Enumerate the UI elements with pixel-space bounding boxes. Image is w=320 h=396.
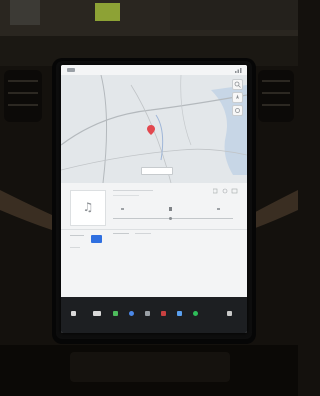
media-player: ♫ bbox=[61, 183, 247, 297]
source-tab-1[interactable] bbox=[113, 233, 129, 234]
favorite-icon bbox=[222, 188, 228, 194]
search-icon bbox=[234, 81, 241, 88]
compass-icon bbox=[236, 94, 239, 99]
spotify-icon[interactable] bbox=[193, 311, 198, 316]
phone-icon[interactable] bbox=[113, 311, 118, 316]
apps-icon[interactable] bbox=[145, 311, 150, 316]
track-title bbox=[113, 190, 153, 191]
signal-icon bbox=[235, 68, 242, 73]
music-icon[interactable] bbox=[161, 311, 166, 316]
album-art: ♫ bbox=[70, 190, 106, 226]
source-tab-2[interactable] bbox=[135, 233, 151, 234]
car-status-icon bbox=[67, 68, 75, 72]
play-icon bbox=[169, 207, 172, 211]
track-artist bbox=[113, 195, 139, 196]
bottom-dock bbox=[61, 297, 247, 333]
right-air-vent bbox=[258, 70, 294, 122]
touchscreen: ♫ bbox=[61, 65, 247, 333]
map-settings-button[interactable] bbox=[232, 105, 243, 116]
map-compass-button[interactable] bbox=[232, 92, 243, 103]
calendar-icon[interactable] bbox=[177, 311, 182, 316]
queue-icon bbox=[213, 188, 218, 194]
location-pin-icon bbox=[147, 125, 155, 135]
camera-icon[interactable] bbox=[129, 311, 134, 316]
next-icon bbox=[217, 208, 220, 210]
sources-icon bbox=[231, 188, 238, 194]
navigation-map[interactable] bbox=[61, 75, 247, 183]
car-icon[interactable] bbox=[71, 311, 76, 316]
panel-divider bbox=[61, 229, 247, 230]
progress-track[interactable] bbox=[113, 218, 233, 219]
left-air-vent bbox=[4, 70, 42, 122]
status-bar bbox=[61, 65, 247, 75]
source-selected-button[interactable] bbox=[91, 235, 102, 243]
settings-icon bbox=[235, 108, 240, 113]
transport-controls bbox=[121, 207, 220, 211]
map-label-chip[interactable] bbox=[141, 167, 173, 175]
source-list-item[interactable] bbox=[70, 247, 80, 248]
map-search-button[interactable] bbox=[232, 79, 243, 90]
music-note-icon: ♫ bbox=[82, 200, 94, 214]
media-options[interactable] bbox=[213, 188, 239, 194]
previous-icon bbox=[121, 208, 124, 210]
temperature-readout[interactable] bbox=[93, 311, 101, 316]
source-label bbox=[70, 235, 84, 236]
progress-knob[interactable] bbox=[169, 217, 172, 220]
volume-icon[interactable] bbox=[227, 311, 232, 316]
